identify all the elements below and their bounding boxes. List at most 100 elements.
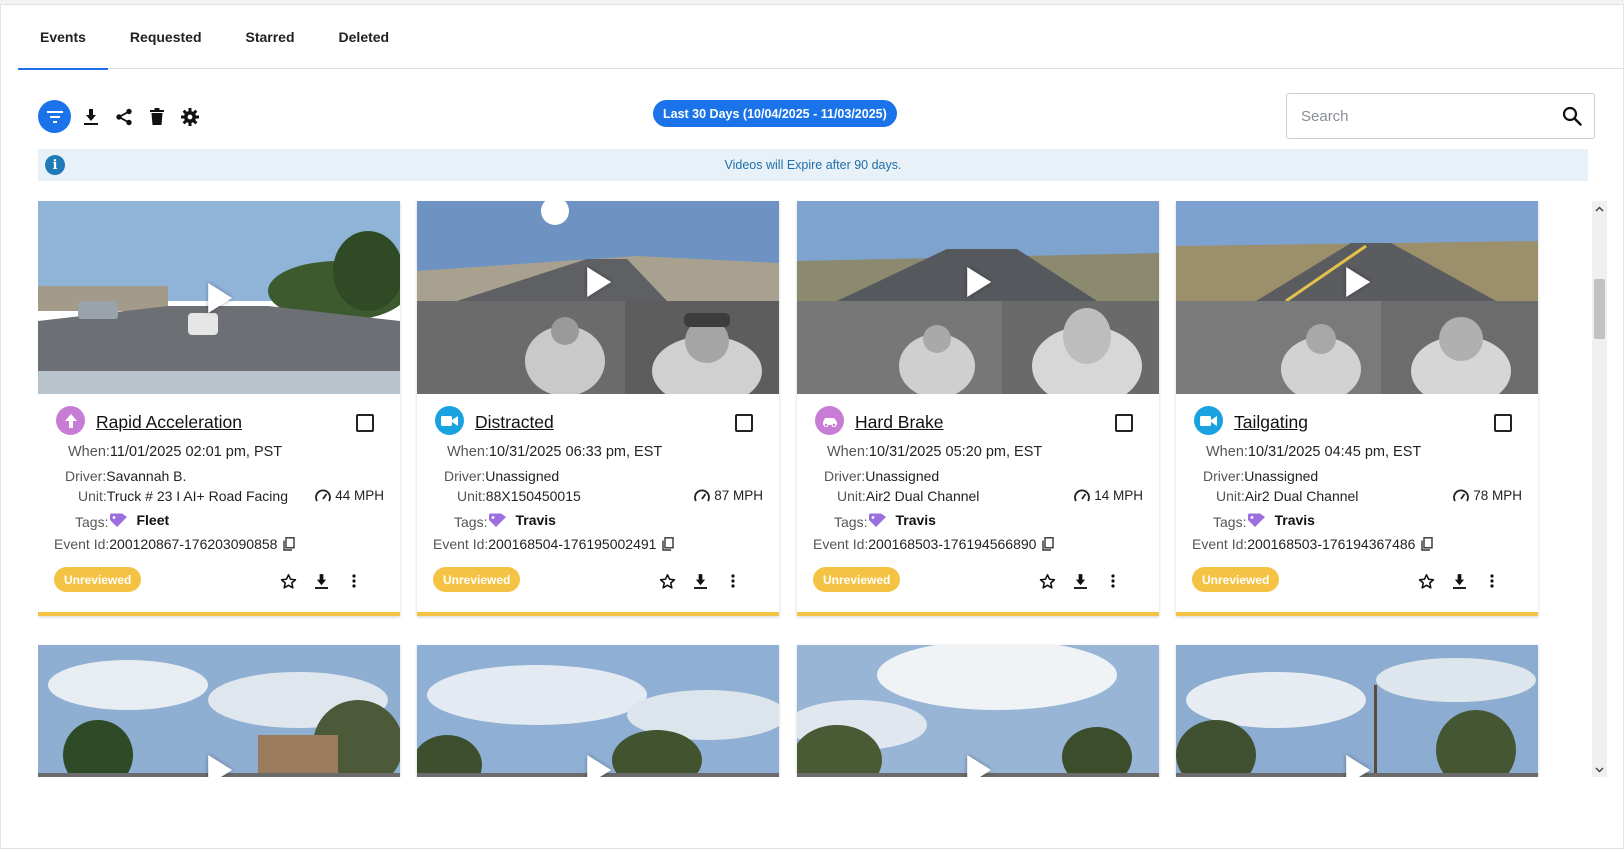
- event-type-link[interactable]: Hard Brake: [855, 412, 944, 433]
- event-card[interactable]: [417, 645, 779, 777]
- play-button[interactable]: [1346, 267, 1371, 298]
- unit-label: Unit:: [457, 488, 486, 504]
- filter-button[interactable]: [38, 100, 71, 133]
- event-unit: Air2 Dual Channel: [865, 488, 980, 504]
- event-id: 200168504-176195002491: [488, 536, 657, 552]
- video-camera-icon: [1194, 406, 1223, 435]
- more-options-button[interactable]: [343, 570, 365, 592]
- event-id-label: Event Id:: [54, 536, 110, 552]
- unit-label: Unit:: [78, 488, 107, 504]
- video-thumbnail[interactable]: [797, 201, 1159, 394]
- event-speed: 14 MPH: [1094, 488, 1143, 503]
- date-range-pill[interactable]: Last 30 Days (10/04/2025 - 11/03/2025): [653, 100, 897, 127]
- scroll-up-button[interactable]: [1592, 201, 1607, 216]
- event-tag: Travis: [1274, 512, 1315, 528]
- when-label: When:: [68, 444, 110, 460]
- copy-icon[interactable]: [1042, 537, 1055, 551]
- event-id-label: Event Id:: [1192, 536, 1248, 552]
- more-vertical-icon: [1490, 574, 1494, 588]
- events-page: Events Requested Starred Deleted Last 30…: [0, 4, 1624, 849]
- more-options-button[interactable]: [722, 570, 744, 592]
- speedometer-icon: [1074, 489, 1091, 501]
- star-button[interactable]: [277, 570, 299, 592]
- star-button[interactable]: [1036, 570, 1058, 592]
- event-card[interactable]: [38, 645, 400, 777]
- event-driver: Unassigned: [485, 468, 560, 484]
- event-card[interactable]: Hard Brake When:10/31/2025 05:20 pm, EST…: [797, 201, 1159, 616]
- download-button[interactable]: [310, 570, 332, 592]
- dashcam-dual-view-image: [1176, 201, 1538, 394]
- play-button[interactable]: [587, 755, 612, 777]
- event-speed: 78 MPH: [1473, 488, 1522, 503]
- event-card[interactable]: [797, 645, 1159, 777]
- banner-text: Videos will Expire after 90 days.: [724, 158, 902, 172]
- tab-requested[interactable]: Requested: [108, 5, 224, 69]
- speedometer-icon: [694, 489, 711, 501]
- star-button[interactable]: [1415, 570, 1437, 592]
- event-id: 200168503-176194566890: [868, 536, 1037, 552]
- event-type-link[interactable]: Tailgating: [1234, 412, 1308, 433]
- event-tag: Travis: [515, 512, 556, 528]
- copy-icon[interactable]: [662, 537, 675, 551]
- play-button[interactable]: [967, 755, 992, 777]
- share-button[interactable]: [111, 104, 137, 130]
- search-icon[interactable]: [1562, 106, 1582, 126]
- event-when: 10/31/2025 04:45 pm, EST: [1247, 444, 1422, 460]
- event-type-link[interactable]: Rapid Acceleration: [96, 412, 242, 433]
- event-card[interactable]: Distracted When:10/31/2025 06:33 pm, EST…: [417, 201, 779, 616]
- download-button[interactable]: [1069, 570, 1091, 592]
- video-thumbnail[interactable]: [797, 645, 1159, 777]
- download-icon: [84, 108, 98, 125]
- more-vertical-icon: [352, 574, 356, 588]
- select-checkbox[interactable]: [735, 414, 753, 432]
- event-when: 11/01/2025 02:01 pm, PST: [109, 444, 283, 460]
- tab-deleted[interactable]: Deleted: [317, 5, 412, 69]
- video-thumbnail[interactable]: [38, 201, 400, 394]
- video-thumbnail[interactable]: [417, 201, 779, 394]
- star-icon: [1039, 573, 1055, 589]
- download-button[interactable]: [1448, 570, 1470, 592]
- grid-scrollbar[interactable]: [1592, 201, 1607, 777]
- play-button[interactable]: [208, 282, 233, 313]
- play-button[interactable]: [587, 267, 612, 298]
- event-card[interactable]: Tailgating When:10/31/2025 04:45 pm, EST…: [1176, 201, 1538, 616]
- tags-label: Tags:: [834, 514, 868, 530]
- download-icon: [1452, 573, 1466, 589]
- tab-events[interactable]: Events: [18, 5, 108, 70]
- select-checkbox[interactable]: [356, 414, 374, 432]
- play-button[interactable]: [967, 267, 992, 298]
- scroll-down-button[interactable]: [1592, 762, 1607, 777]
- event-card[interactable]: [1176, 645, 1538, 777]
- star-button[interactable]: [656, 570, 678, 592]
- tab-starred[interactable]: Starred: [224, 5, 317, 69]
- copy-icon[interactable]: [283, 537, 296, 551]
- download-all-button[interactable]: [78, 104, 104, 130]
- event-card[interactable]: Rapid Acceleration When:11/01/2025 02:01…: [38, 201, 400, 616]
- search-input[interactable]: [1301, 107, 1562, 125]
- video-thumbnail[interactable]: [1176, 645, 1538, 777]
- toolbar: [38, 100, 203, 133]
- download-button[interactable]: [689, 570, 711, 592]
- speed-readout: 14 MPH: [1074, 488, 1143, 503]
- select-checkbox[interactable]: [1115, 414, 1133, 432]
- event-driver: Unassigned: [865, 468, 940, 484]
- tag-icon: [1248, 513, 1266, 527]
- scroll-thumb[interactable]: [1594, 279, 1605, 339]
- play-button[interactable]: [1346, 755, 1371, 777]
- delete-button[interactable]: [144, 104, 170, 130]
- event-type-link[interactable]: Distracted: [475, 412, 554, 433]
- video-thumbnail[interactable]: [417, 645, 779, 777]
- more-options-button[interactable]: [1102, 570, 1124, 592]
- video-thumbnail[interactable]: [38, 645, 400, 777]
- unit-label: Unit:: [1216, 488, 1245, 504]
- filter-icon: [46, 110, 63, 123]
- copy-icon[interactable]: [1421, 537, 1434, 551]
- search-box[interactable]: [1286, 93, 1595, 139]
- play-button[interactable]: [208, 755, 233, 777]
- settings-button[interactable]: [177, 104, 203, 130]
- status-badge: Unreviewed: [433, 567, 521, 592]
- select-checkbox[interactable]: [1494, 414, 1512, 432]
- video-thumbnail[interactable]: [1176, 201, 1538, 394]
- driver-label: Driver:: [1203, 468, 1245, 484]
- more-options-button[interactable]: [1481, 570, 1503, 592]
